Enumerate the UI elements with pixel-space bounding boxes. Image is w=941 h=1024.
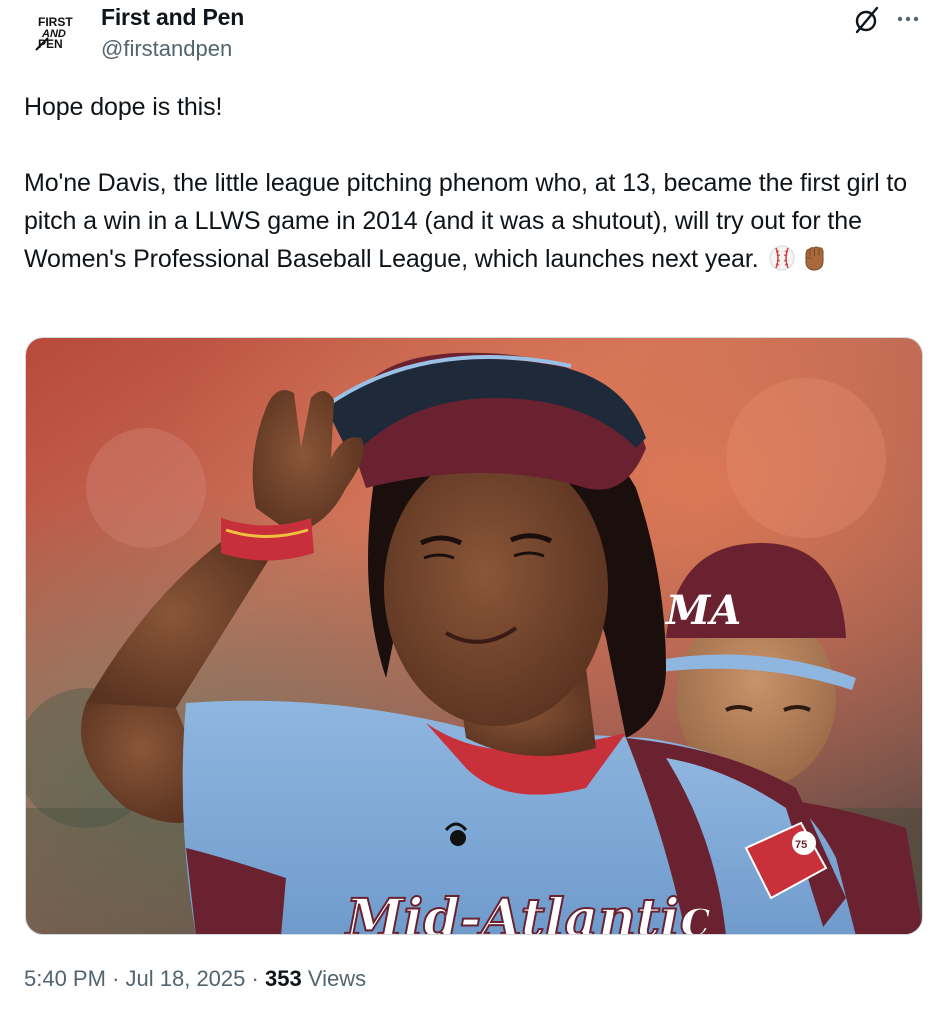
views-label: Views xyxy=(307,966,367,991)
views-count[interactable]: 353 xyxy=(265,966,302,991)
more-icon[interactable] xyxy=(893,5,923,35)
post-paragraph: Mo'ne Davis, the little league pitching … xyxy=(24,164,924,278)
jersey-text: Mid-Atlantic xyxy=(344,888,711,935)
photo-illustration: MA Mid-Atlantic 75 xyxy=(26,338,922,935)
separator: · xyxy=(251,966,259,991)
separator: · xyxy=(112,966,120,991)
author-display-name[interactable]: First and Pen xyxy=(101,4,244,31)
post-metadata: 5:40 PM · Jul 18, 2025 · 353 Views xyxy=(24,966,366,992)
grok-icon[interactable] xyxy=(852,5,882,35)
author-handle[interactable]: @firstandpen xyxy=(101,36,232,62)
tweet: FIRST AND PEN First and Pen @firstandpen… xyxy=(0,0,941,1024)
logo-text-first: FIRST xyxy=(38,15,73,29)
post-date[interactable]: Jul 18, 2025 xyxy=(126,966,246,991)
post-time[interactable]: 5:40 PM xyxy=(24,966,106,991)
first-and-pen-logo: FIRST AND PEN xyxy=(35,15,73,51)
post-text: Hope dope is this! Mo'ne Davis, the litt… xyxy=(24,88,924,278)
patch-text: 75 xyxy=(795,839,807,851)
post-photo[interactable]: MA Mid-Atlantic 75 xyxy=(25,337,923,935)
avatar[interactable]: FIRST AND PEN xyxy=(26,6,88,68)
baseball-emoji xyxy=(767,243,797,273)
post-paragraph: Hope dope is this! xyxy=(24,93,223,121)
cap-text: MA xyxy=(664,587,741,634)
raised-fist-emoji xyxy=(799,243,829,273)
